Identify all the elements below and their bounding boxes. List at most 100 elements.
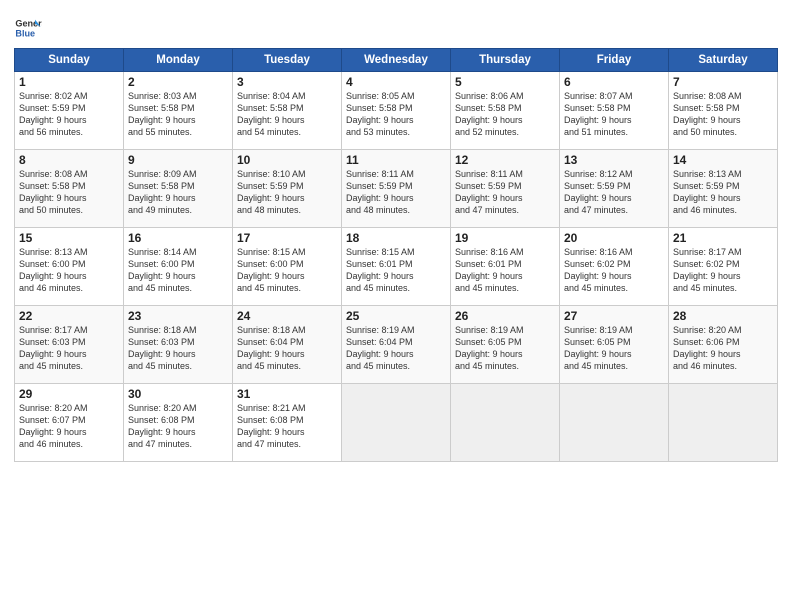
day-info: Sunrise: 8:19 AMSunset: 6:04 PMDaylight:… (346, 324, 446, 373)
day-number: 20 (564, 231, 664, 245)
day-info: Sunrise: 8:06 AMSunset: 5:58 PMDaylight:… (455, 90, 555, 139)
day-info: Sunrise: 8:13 AMSunset: 5:59 PMDaylight:… (673, 168, 773, 217)
day-number: 12 (455, 153, 555, 167)
weekday-header-monday: Monday (124, 49, 233, 72)
calendar-cell: 5Sunrise: 8:06 AMSunset: 5:58 PMDaylight… (451, 72, 560, 150)
svg-text:Blue: Blue (15, 28, 35, 38)
day-info: Sunrise: 8:12 AMSunset: 5:59 PMDaylight:… (564, 168, 664, 217)
day-number: 29 (19, 387, 119, 401)
day-number: 19 (455, 231, 555, 245)
day-number: 23 (128, 309, 228, 323)
calendar-cell: 20Sunrise: 8:16 AMSunset: 6:02 PMDayligh… (560, 228, 669, 306)
calendar-cell: 2Sunrise: 8:03 AMSunset: 5:58 PMDaylight… (124, 72, 233, 150)
day-number: 24 (237, 309, 337, 323)
day-number: 13 (564, 153, 664, 167)
calendar-cell: 22Sunrise: 8:17 AMSunset: 6:03 PMDayligh… (15, 306, 124, 384)
calendar-cell: 8Sunrise: 8:08 AMSunset: 5:58 PMDaylight… (15, 150, 124, 228)
logo-icon: General Blue (14, 14, 42, 42)
day-number: 8 (19, 153, 119, 167)
day-info: Sunrise: 8:15 AMSunset: 6:00 PMDaylight:… (237, 246, 337, 295)
calendar-week-1: 8Sunrise: 8:08 AMSunset: 5:58 PMDaylight… (15, 150, 778, 228)
day-number: 21 (673, 231, 773, 245)
day-info: Sunrise: 8:14 AMSunset: 6:00 PMDaylight:… (128, 246, 228, 295)
calendar-cell: 9Sunrise: 8:09 AMSunset: 5:58 PMDaylight… (124, 150, 233, 228)
calendar-cell: 3Sunrise: 8:04 AMSunset: 5:58 PMDaylight… (233, 72, 342, 150)
calendar-cell (451, 384, 560, 462)
day-info: Sunrise: 8:19 AMSunset: 6:05 PMDaylight:… (564, 324, 664, 373)
day-number: 16 (128, 231, 228, 245)
calendar-week-4: 29Sunrise: 8:20 AMSunset: 6:07 PMDayligh… (15, 384, 778, 462)
day-number: 25 (346, 309, 446, 323)
calendar-cell: 31Sunrise: 8:21 AMSunset: 6:08 PMDayligh… (233, 384, 342, 462)
calendar-cell: 17Sunrise: 8:15 AMSunset: 6:00 PMDayligh… (233, 228, 342, 306)
calendar-cell: 24Sunrise: 8:18 AMSunset: 6:04 PMDayligh… (233, 306, 342, 384)
calendar-cell: 11Sunrise: 8:11 AMSunset: 5:59 PMDayligh… (342, 150, 451, 228)
day-info: Sunrise: 8:08 AMSunset: 5:58 PMDaylight:… (19, 168, 119, 217)
calendar-header: SundayMondayTuesdayWednesdayThursdayFrid… (15, 49, 778, 72)
calendar-cell: 23Sunrise: 8:18 AMSunset: 6:03 PMDayligh… (124, 306, 233, 384)
day-info: Sunrise: 8:03 AMSunset: 5:58 PMDaylight:… (128, 90, 228, 139)
calendar-cell: 1Sunrise: 8:02 AMSunset: 5:59 PMDaylight… (15, 72, 124, 150)
day-info: Sunrise: 8:16 AMSunset: 6:01 PMDaylight:… (455, 246, 555, 295)
calendar-cell: 15Sunrise: 8:13 AMSunset: 6:00 PMDayligh… (15, 228, 124, 306)
day-info: Sunrise: 8:05 AMSunset: 5:58 PMDaylight:… (346, 90, 446, 139)
calendar-cell: 14Sunrise: 8:13 AMSunset: 5:59 PMDayligh… (669, 150, 778, 228)
day-number: 6 (564, 75, 664, 89)
calendar-cell: 25Sunrise: 8:19 AMSunset: 6:04 PMDayligh… (342, 306, 451, 384)
day-number: 9 (128, 153, 228, 167)
calendar-cell: 6Sunrise: 8:07 AMSunset: 5:58 PMDaylight… (560, 72, 669, 150)
weekday-header-saturday: Saturday (669, 49, 778, 72)
calendar-body: 1Sunrise: 8:02 AMSunset: 5:59 PMDaylight… (15, 72, 778, 462)
day-number: 1 (19, 75, 119, 89)
calendar-cell: 7Sunrise: 8:08 AMSunset: 5:58 PMDaylight… (669, 72, 778, 150)
weekday-header-tuesday: Tuesday (233, 49, 342, 72)
calendar-cell: 18Sunrise: 8:15 AMSunset: 6:01 PMDayligh… (342, 228, 451, 306)
day-number: 27 (564, 309, 664, 323)
calendar-week-0: 1Sunrise: 8:02 AMSunset: 5:59 PMDaylight… (15, 72, 778, 150)
day-info: Sunrise: 8:04 AMSunset: 5:58 PMDaylight:… (237, 90, 337, 139)
calendar-cell: 19Sunrise: 8:16 AMSunset: 6:01 PMDayligh… (451, 228, 560, 306)
day-number: 3 (237, 75, 337, 89)
day-info: Sunrise: 8:20 AMSunset: 6:07 PMDaylight:… (19, 402, 119, 451)
weekday-row: SundayMondayTuesdayWednesdayThursdayFrid… (15, 49, 778, 72)
calendar-table: SundayMondayTuesdayWednesdayThursdayFrid… (14, 48, 778, 462)
header: General Blue (14, 10, 778, 42)
weekday-header-thursday: Thursday (451, 49, 560, 72)
weekday-header-sunday: Sunday (15, 49, 124, 72)
day-info: Sunrise: 8:10 AMSunset: 5:59 PMDaylight:… (237, 168, 337, 217)
day-number: 17 (237, 231, 337, 245)
day-number: 14 (673, 153, 773, 167)
day-info: Sunrise: 8:20 AMSunset: 6:06 PMDaylight:… (673, 324, 773, 373)
day-info: Sunrise: 8:07 AMSunset: 5:58 PMDaylight:… (564, 90, 664, 139)
calendar-week-3: 22Sunrise: 8:17 AMSunset: 6:03 PMDayligh… (15, 306, 778, 384)
day-number: 11 (346, 153, 446, 167)
day-info: Sunrise: 8:20 AMSunset: 6:08 PMDaylight:… (128, 402, 228, 451)
day-number: 4 (346, 75, 446, 89)
calendar-cell: 29Sunrise: 8:20 AMSunset: 6:07 PMDayligh… (15, 384, 124, 462)
calendar-cell: 4Sunrise: 8:05 AMSunset: 5:58 PMDaylight… (342, 72, 451, 150)
day-number: 26 (455, 309, 555, 323)
page-container: General Blue SundayMondayTuesdayWednesda… (0, 0, 792, 470)
day-info: Sunrise: 8:09 AMSunset: 5:58 PMDaylight:… (128, 168, 228, 217)
day-info: Sunrise: 8:21 AMSunset: 6:08 PMDaylight:… (237, 402, 337, 451)
day-info: Sunrise: 8:17 AMSunset: 6:03 PMDaylight:… (19, 324, 119, 373)
calendar-cell: 27Sunrise: 8:19 AMSunset: 6:05 PMDayligh… (560, 306, 669, 384)
day-number: 15 (19, 231, 119, 245)
calendar-week-2: 15Sunrise: 8:13 AMSunset: 6:00 PMDayligh… (15, 228, 778, 306)
day-info: Sunrise: 8:08 AMSunset: 5:58 PMDaylight:… (673, 90, 773, 139)
day-number: 10 (237, 153, 337, 167)
day-info: Sunrise: 8:13 AMSunset: 6:00 PMDaylight:… (19, 246, 119, 295)
logo: General Blue (14, 14, 46, 42)
day-info: Sunrise: 8:18 AMSunset: 6:04 PMDaylight:… (237, 324, 337, 373)
day-number: 5 (455, 75, 555, 89)
day-number: 7 (673, 75, 773, 89)
day-number: 28 (673, 309, 773, 323)
day-number: 2 (128, 75, 228, 89)
calendar-cell (560, 384, 669, 462)
day-info: Sunrise: 8:16 AMSunset: 6:02 PMDaylight:… (564, 246, 664, 295)
calendar-cell: 10Sunrise: 8:10 AMSunset: 5:59 PMDayligh… (233, 150, 342, 228)
calendar-cell: 21Sunrise: 8:17 AMSunset: 6:02 PMDayligh… (669, 228, 778, 306)
calendar-cell: 13Sunrise: 8:12 AMSunset: 5:59 PMDayligh… (560, 150, 669, 228)
weekday-header-friday: Friday (560, 49, 669, 72)
calendar-cell: 16Sunrise: 8:14 AMSunset: 6:00 PMDayligh… (124, 228, 233, 306)
